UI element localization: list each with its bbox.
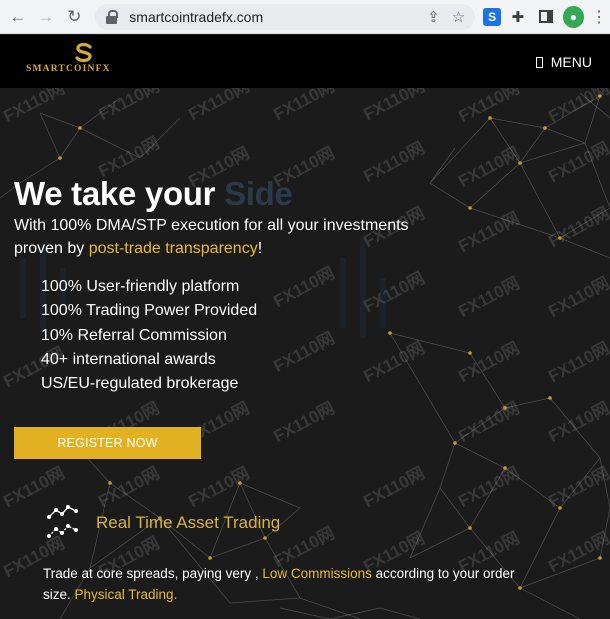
url-text[interactable]: smartcointradefx.com — [129, 9, 263, 25]
feature-item: US/EU-regulated brokerage — [41, 375, 239, 393]
lock-icon[interactable] — [105, 9, 119, 24]
hero-headline: We take your Side — [14, 175, 293, 213]
section-text: Trade at core spreads, paying very , Low… — [43, 564, 543, 605]
register-now-button[interactable]: REGISTER NOW — [14, 427, 201, 459]
share-icon[interactable]: ⇪ — [427, 8, 440, 26]
browser-toolbar: ← → ↻ smartcointradefx.com ⇪ ☆ S ✚ ● ⋮ — [0, 0, 610, 34]
headline-main: We take your — [14, 175, 216, 212]
feature-item: 40+ international awards — [41, 350, 216, 368]
section-title: Real Time Asset Trading — [96, 513, 281, 532]
address-bar[interactable]: smartcointradefx.com ⇪ ☆ — [95, 3, 476, 30]
subtitle-end: ! — [257, 240, 263, 257]
hero-subtitle: With 100% DMA/STP execution for all your… — [14, 214, 434, 260]
trading-chart-icon — [47, 505, 78, 538]
profile-avatar-icon[interactable]: ● — [562, 5, 585, 28]
menu-label: MENU — [550, 54, 592, 70]
section-text-part: Trade at core spreads, paying very , — [43, 566, 263, 581]
forward-arrow-icon[interactable]: → — [35, 6, 57, 28]
post-trade-transparency-link[interactable]: post-trade transparency — [89, 240, 258, 257]
logo-mark-icon — [75, 43, 92, 63]
more-menu-icon[interactable]: ⋮ — [588, 6, 610, 28]
feature-item: 100% Trading Power Provided — [41, 302, 258, 320]
low-commissions-link[interactable]: Low Commissions — [262, 566, 372, 581]
menu-button[interactable]: MENU — [535, 54, 592, 70]
back-arrow-icon[interactable]: ← — [7, 6, 29, 28]
physical-trading-link[interactable]: Physical Trading. — [75, 587, 178, 602]
feature-list: 100% User-friendly platform 100% Trading… — [41, 275, 257, 396]
feature-item: 100% User-friendly platform — [41, 278, 240, 295]
extensions-puzzle-icon[interactable]: ✚ — [507, 6, 529, 28]
side-panel-icon[interactable] — [535, 6, 557, 28]
extension-s-icon[interactable]: S — [483, 7, 501, 26]
feature-item: 10% Referral Commission — [41, 326, 227, 344]
site-header: SMARTCOINFX MENU — [0, 35, 610, 88]
logo-text: SMARTCOINFX — [26, 64, 111, 74]
reload-icon[interactable]: ↻ — [64, 6, 86, 28]
headline-accent: Side — [224, 175, 293, 212]
site-logo[interactable]: SMARTCOINFX — [26, 43, 146, 79]
star-icon[interactable]: ☆ — [452, 8, 465, 26]
menu-icon — [535, 56, 543, 68]
hero-section: FX110网 FX110网 FX110网 FX110网 FX110网 FX110… — [0, 88, 610, 619]
